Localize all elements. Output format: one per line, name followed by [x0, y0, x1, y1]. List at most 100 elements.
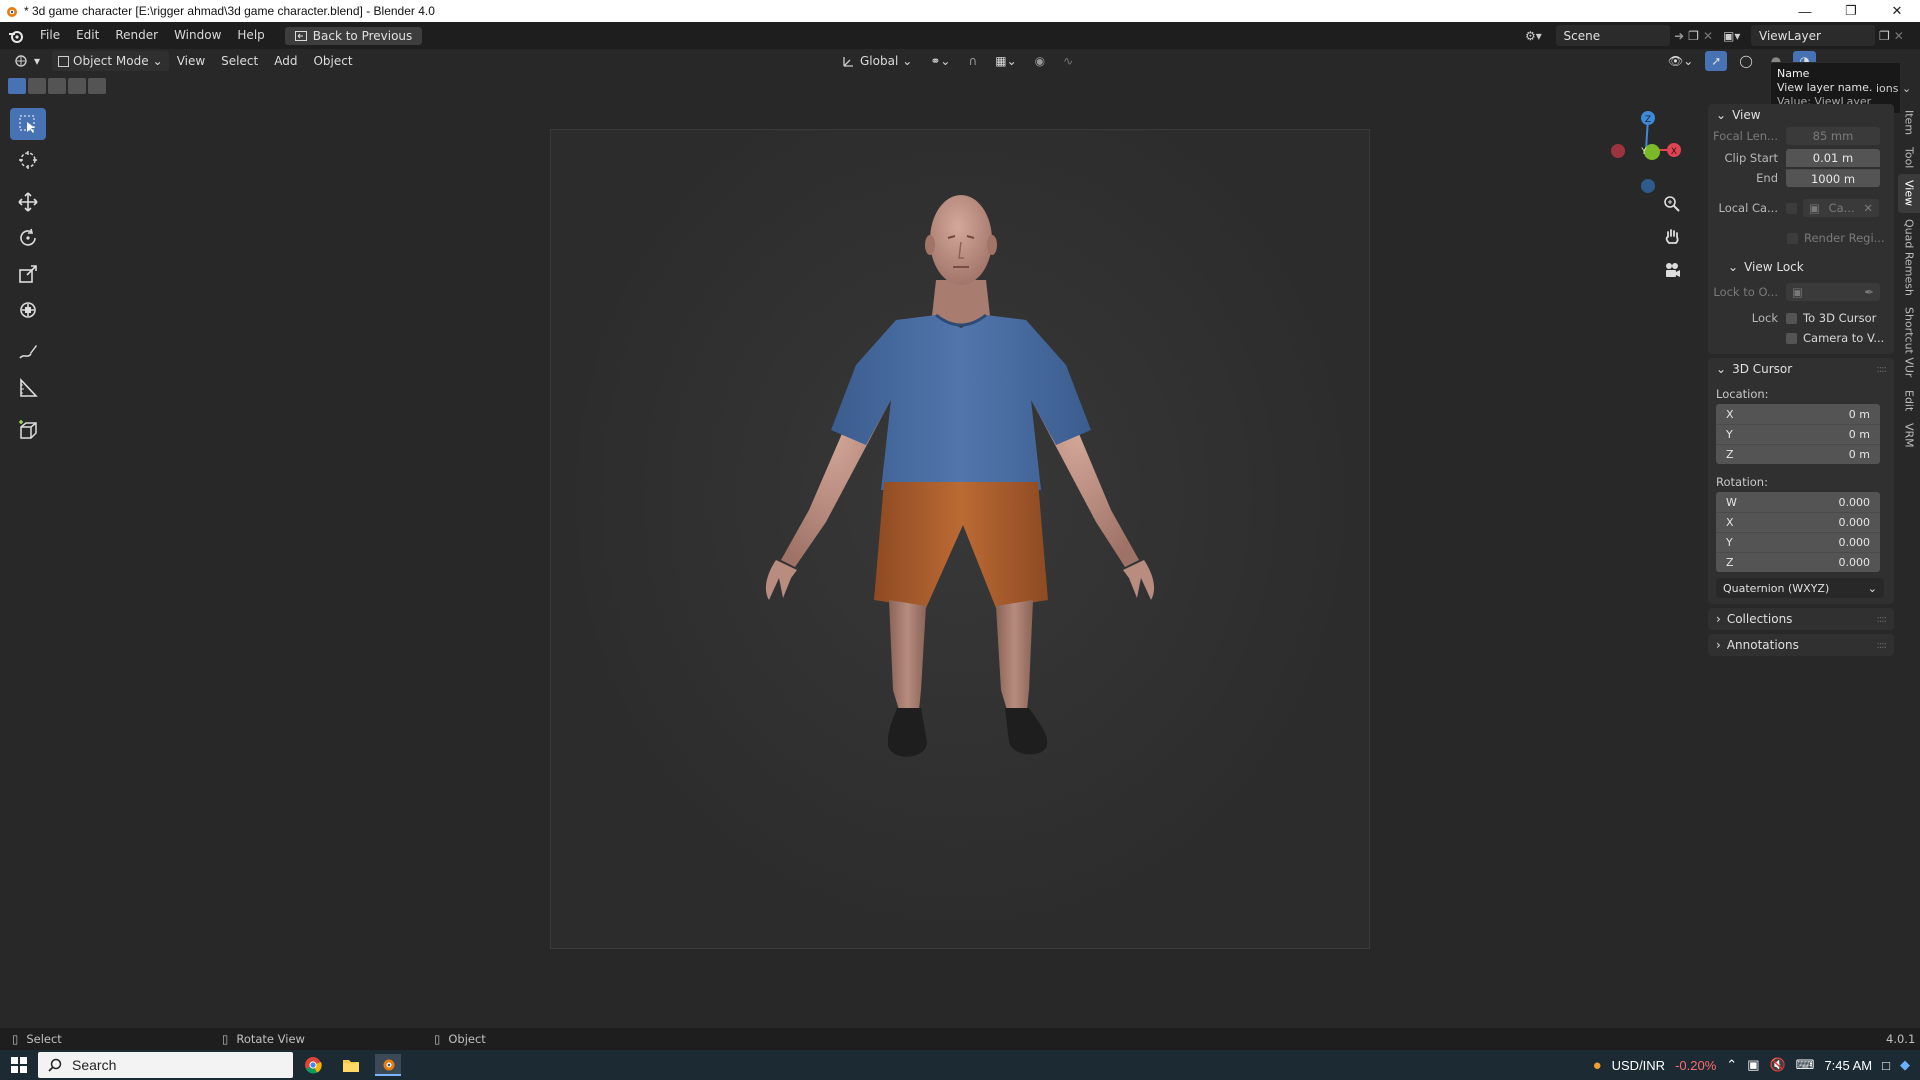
- select-box-tool-icon[interactable]: [10, 108, 46, 140]
- rotation-mode-dropdown[interactable]: Quaternion (WXYZ) ⌄: [1716, 578, 1884, 598]
- editor-type-icon[interactable]: ▾: [8, 51, 46, 71]
- menu-help[interactable]: Help: [229, 22, 272, 49]
- cursor-rotation-z[interactable]: Z 0.000: [1716, 552, 1880, 572]
- cursor-rotation-x[interactable]: X 0.000: [1716, 512, 1880, 532]
- scale-tool-icon[interactable]: [10, 258, 46, 290]
- menu-window[interactable]: Window: [166, 22, 229, 49]
- show-hidden-icons-icon[interactable]: ⌃: [1726, 1057, 1737, 1073]
- clock[interactable]: 7:45 AM: [1824, 1058, 1872, 1073]
- measure-tool-icon[interactable]: [10, 372, 46, 404]
- select-invert-icon[interactable]: [68, 78, 86, 94]
- remove-scene-icon[interactable]: ✕: [1703, 29, 1713, 43]
- object-mode-dropdown[interactable]: Object Mode ⌄: [52, 51, 169, 71]
- annotations-panel[interactable]: › Annotations ::::: [1708, 634, 1894, 656]
- drag-handle-icon[interactable]: ::::: [1877, 640, 1888, 651]
- lock-to-object-field[interactable]: ▣ ✒: [1786, 283, 1880, 301]
- 3d-cursor-panel-header[interactable]: ⌄ 3D Cursor ::::: [1708, 358, 1894, 380]
- zoom-icon[interactable]: [1663, 195, 1681, 216]
- network-icon[interactable]: ▣: [1747, 1057, 1759, 1073]
- camera-to-view-checkbox[interactable]: [1786, 332, 1797, 344]
- clear-icon[interactable]: ✕: [1863, 201, 1873, 215]
- snap-icon[interactable]: ∩: [962, 51, 983, 71]
- tab-view[interactable]: View: [1898, 174, 1920, 213]
- blender-menu-icon[interactable]: [0, 29, 32, 43]
- visibility-icon[interactable]: 👁⌄: [1662, 51, 1699, 71]
- keyboard-icon[interactable]: ⌨: [1796, 1057, 1815, 1073]
- viewport-menu-view[interactable]: View: [169, 51, 213, 71]
- view-layer-name-field[interactable]: ViewLayer: [1751, 25, 1875, 46]
- menu-edit[interactable]: Edit: [68, 22, 107, 49]
- close-icon[interactable]: ✕: [1874, 0, 1920, 22]
- move-tool-icon[interactable]: [10, 186, 46, 218]
- cursor-rotation-y[interactable]: Y 0.000: [1716, 532, 1880, 552]
- overlays-icon[interactable]: ◯: [1733, 51, 1758, 71]
- options-dropdown[interactable]: ions ⌄: [1876, 82, 1911, 95]
- minimize-icon[interactable]: —: [1782, 0, 1828, 22]
- notification-icon[interactable]: □: [1882, 1058, 1890, 1073]
- tab-quad-remesh[interactable]: Quad Remesh: [1898, 213, 1920, 302]
- navigation-gizmo[interactable]: Z X Y: [1600, 104, 1692, 204]
- cursor-rotation-w[interactable]: W 0.000: [1716, 492, 1880, 512]
- tab-vrm[interactable]: VRM: [1898, 417, 1920, 454]
- select-new-icon[interactable]: [8, 78, 26, 94]
- to-3d-cursor-checkbox[interactable]: [1786, 312, 1797, 324]
- drag-handle-icon[interactable]: ::::: [1877, 364, 1888, 375]
- character-model[interactable]: [551, 130, 1371, 950]
- view-layer-icon[interactable]: ▣▾: [1723, 29, 1747, 43]
- local-camera-checkbox[interactable]: [1786, 202, 1797, 214]
- pan-hand-icon[interactable]: [1663, 228, 1681, 249]
- proportional-edit-icon[interactable]: ◉: [1029, 51, 1051, 71]
- annotations-panel-header[interactable]: › Annotations ::::: [1708, 634, 1894, 656]
- view-lock-header[interactable]: ⌄ View Lock: [1708, 256, 1894, 278]
- collections-panel[interactable]: › Collections ::::: [1708, 608, 1894, 630]
- render-region-checkbox[interactable]: [1787, 232, 1798, 244]
- tab-tool[interactable]: Tool: [1898, 141, 1920, 174]
- rotate-tool-icon[interactable]: [10, 222, 46, 254]
- taskbar-search-box[interactable]: Search: [38, 1052, 293, 1078]
- menu-render[interactable]: Render: [107, 22, 166, 49]
- ticker-label[interactable]: USD/INR: [1612, 1058, 1665, 1073]
- scene-name-field[interactable]: Scene: [1555, 25, 1671, 46]
- gizmo-toggle-icon[interactable]: ➚: [1705, 51, 1728, 71]
- transform-tool-icon[interactable]: [10, 294, 46, 326]
- snap-target-icon[interactable]: ▦⌄: [989, 51, 1022, 71]
- pin-icon[interactable]: ➜: [1674, 29, 1684, 43]
- transform-orientation-dropdown[interactable]: Global ⌄: [836, 51, 918, 71]
- view-panel-header[interactable]: ⌄ View: [1708, 104, 1894, 126]
- viewport-menu-select[interactable]: Select: [213, 51, 266, 71]
- falloff-icon[interactable]: ∿: [1057, 51, 1079, 71]
- tab-shortcut-vur[interactable]: Shortcut VUr: [1898, 301, 1920, 383]
- collections-panel-header[interactable]: › Collections ::::: [1708, 608, 1894, 630]
- windows-start-icon[interactable]: [6, 1054, 32, 1076]
- new-view-layer-icon[interactable]: ❐: [1879, 29, 1890, 43]
- back-to-previous-button[interactable]: Back to Previous: [284, 26, 423, 45]
- select-subtract-icon[interactable]: [48, 78, 66, 94]
- annotate-tool-icon[interactable]: [10, 336, 46, 368]
- volume-muted-icon[interactable]: 🔇: [1769, 1057, 1785, 1073]
- chrome-icon[interactable]: [300, 1054, 326, 1076]
- file-explorer-icon[interactable]: [338, 1054, 364, 1076]
- cursor-location-y[interactable]: Y0 m: [1716, 424, 1880, 444]
- camera-view-icon[interactable]: [1663, 261, 1681, 282]
- blender-taskbar-icon[interactable]: [375, 1054, 401, 1076]
- restore-icon[interactable]: ❐: [1828, 0, 1874, 22]
- cursor-location-x[interactable]: X0 m: [1716, 404, 1880, 424]
- clip-end-field[interactable]: 1000 m: [1786, 169, 1880, 187]
- copilot-icon[interactable]: ◆: [1900, 1057, 1910, 1073]
- drag-handle-icon[interactable]: ::::: [1877, 614, 1888, 625]
- local-camera-field[interactable]: ▣ Ca... ✕: [1803, 199, 1879, 217]
- clip-start-field[interactable]: 0.01 m: [1786, 149, 1880, 167]
- new-scene-icon[interactable]: ❐: [1688, 29, 1699, 43]
- remove-view-layer-icon[interactable]: ✕: [1894, 29, 1904, 43]
- viewport-menu-add[interactable]: Add: [266, 51, 305, 71]
- scene-icon[interactable]: ⚙▾: [1525, 29, 1552, 43]
- select-extend-icon[interactable]: [28, 78, 46, 94]
- select-intersect-icon[interactable]: [88, 78, 106, 94]
- menu-file[interactable]: File: [32, 22, 68, 49]
- add-cube-tool-icon[interactable]: [10, 414, 46, 446]
- focal-length-field[interactable]: 85 mm: [1786, 127, 1880, 145]
- tab-item[interactable]: Item: [1898, 104, 1920, 141]
- eyedropper-icon[interactable]: ✒: [1864, 285, 1874, 299]
- pivot-point-icon[interactable]: ⚭⌄: [924, 51, 956, 71]
- cursor-tool-icon[interactable]: [10, 144, 46, 176]
